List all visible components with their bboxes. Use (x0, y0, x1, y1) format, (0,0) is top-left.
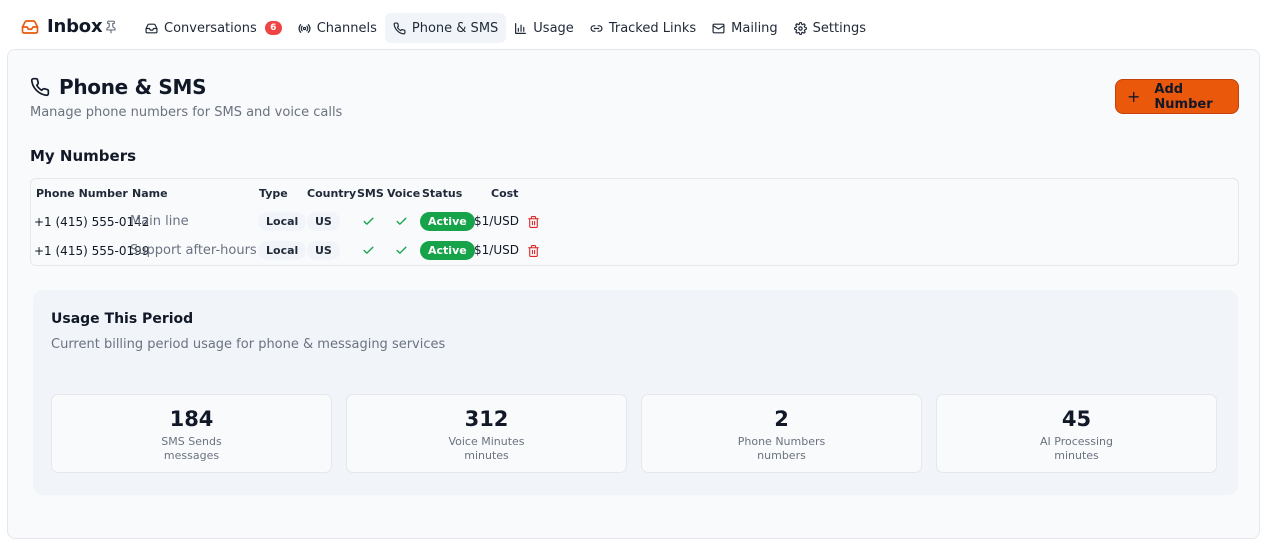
link-icon (590, 24, 603, 32)
tab-channels[interactable]: Channels (290, 13, 385, 43)
phone-sms-panel: Phone & SMS Manage phone numbers for SMS… (7, 49, 1260, 539)
column-header: Type (259, 187, 288, 200)
add-number-button[interactable]: + Add Number (1115, 79, 1239, 114)
tab-label: Settings (812, 20, 866, 36)
status-badge: Active (420, 212, 475, 231)
usage-subtitle: Current billing period usage for phone &… (51, 337, 446, 352)
stat-unit: minutes (1054, 449, 1099, 462)
app-title: Inbox (47, 16, 103, 37)
trash-icon[interactable] (527, 244, 540, 258)
stat-label: SMS Sends (161, 435, 222, 448)
type-badge: Local (258, 241, 307, 260)
mail-icon (712, 23, 725, 33)
unread-count-badge: 6 (264, 21, 282, 35)
brand[interactable]: Inbox (21, 16, 103, 37)
radio-icon (298, 23, 311, 33)
cost-value: $1/USD (474, 243, 519, 257)
sms-check-icon (363, 217, 374, 225)
phone-icon (30, 77, 50, 97)
stat-value: 45 (1061, 407, 1092, 431)
country-badge: US (307, 241, 340, 260)
numbers-table: Phone Number Name Type Country SMS Voice… (30, 178, 1239, 266)
tab-label: Phone & SMS (411, 20, 499, 36)
page-title: Phone & SMS (59, 75, 207, 99)
top-navigation: Inbox Conversations 6 Channels Phone & S… (0, 0, 1267, 50)
stat-value: 184 (169, 407, 214, 431)
tab-settings[interactable]: Settings (786, 13, 874, 43)
cost-value: $1/USD (474, 214, 519, 228)
tab-label: Channels (316, 20, 377, 36)
stat-card-voice-minutes: 312 Voice Minutes minutes (346, 394, 627, 473)
country-badge: US (307, 212, 340, 231)
tab-mailing[interactable]: Mailing (704, 13, 786, 43)
status-badge: Active (420, 241, 475, 260)
page-subtitle: Manage phone numbers for SMS and voice c… (30, 105, 343, 120)
tab-label: Tracked Links (608, 20, 697, 36)
inbox-icon (21, 19, 39, 34)
tab-conversations[interactable]: Conversations 6 (137, 13, 290, 43)
stat-label: Voice Minutes (448, 435, 525, 448)
stat-unit: minutes (464, 449, 509, 462)
column-header: SMS (357, 187, 384, 200)
stat-unit: numbers (757, 449, 806, 462)
tab-label: Usage (533, 20, 574, 36)
stat-card-ai-processing: 45 AI Processing minutes (936, 394, 1217, 473)
column-header: Status (422, 187, 463, 200)
my-numbers-heading: My Numbers (30, 147, 137, 165)
stat-label: AI Processing (1039, 435, 1113, 448)
stat-value: 2 (774, 407, 789, 431)
column-header: Voice (387, 187, 421, 200)
voice-check-icon (396, 246, 407, 254)
column-header: Cost (491, 187, 519, 200)
phone-icon (393, 21, 406, 34)
usage-heading: Usage This Period (51, 311, 194, 327)
stat-card-sms-sends: 184 SMS Sends messages (51, 394, 332, 473)
column-header: Country (307, 187, 357, 200)
sms-check-icon (363, 246, 374, 254)
tab-usage[interactable]: Usage (506, 13, 582, 43)
stat-unit: messages (163, 449, 220, 462)
tab-label: Conversations (164, 20, 257, 36)
trash-icon[interactable] (527, 215, 540, 229)
tab-phone-sms[interactable]: Phone & SMS (384, 13, 507, 43)
bar-chart-icon (515, 22, 527, 34)
plus-icon: + (1127, 86, 1141, 106)
add-number-label: Add Number (1154, 81, 1213, 112)
usage-section: Usage This Period Current billing period… (33, 290, 1238, 495)
tab-tracked-links[interactable]: Tracked Links (582, 13, 704, 43)
column-header: Name (132, 187, 168, 200)
stat-card-phone-numbers: 2 Phone Numbers numbers (641, 394, 922, 473)
gear-icon (793, 21, 807, 35)
stat-label: Phone Numbers (737, 435, 826, 448)
main-nav: Conversations 6 Channels Phone & SMS Usa… (137, 13, 874, 43)
number-name: Main line (130, 214, 189, 229)
number-name: Support after-hours (130, 243, 257, 258)
tab-label: Mailing (731, 20, 778, 36)
column-header: Phone Number (36, 187, 128, 200)
inbox-icon (145, 23, 158, 33)
pin-icon[interactable] (104, 19, 118, 35)
stat-value: 312 (464, 407, 509, 431)
voice-check-icon (396, 217, 407, 225)
type-badge: Local (258, 212, 307, 231)
page-header: Phone & SMS (30, 75, 207, 99)
